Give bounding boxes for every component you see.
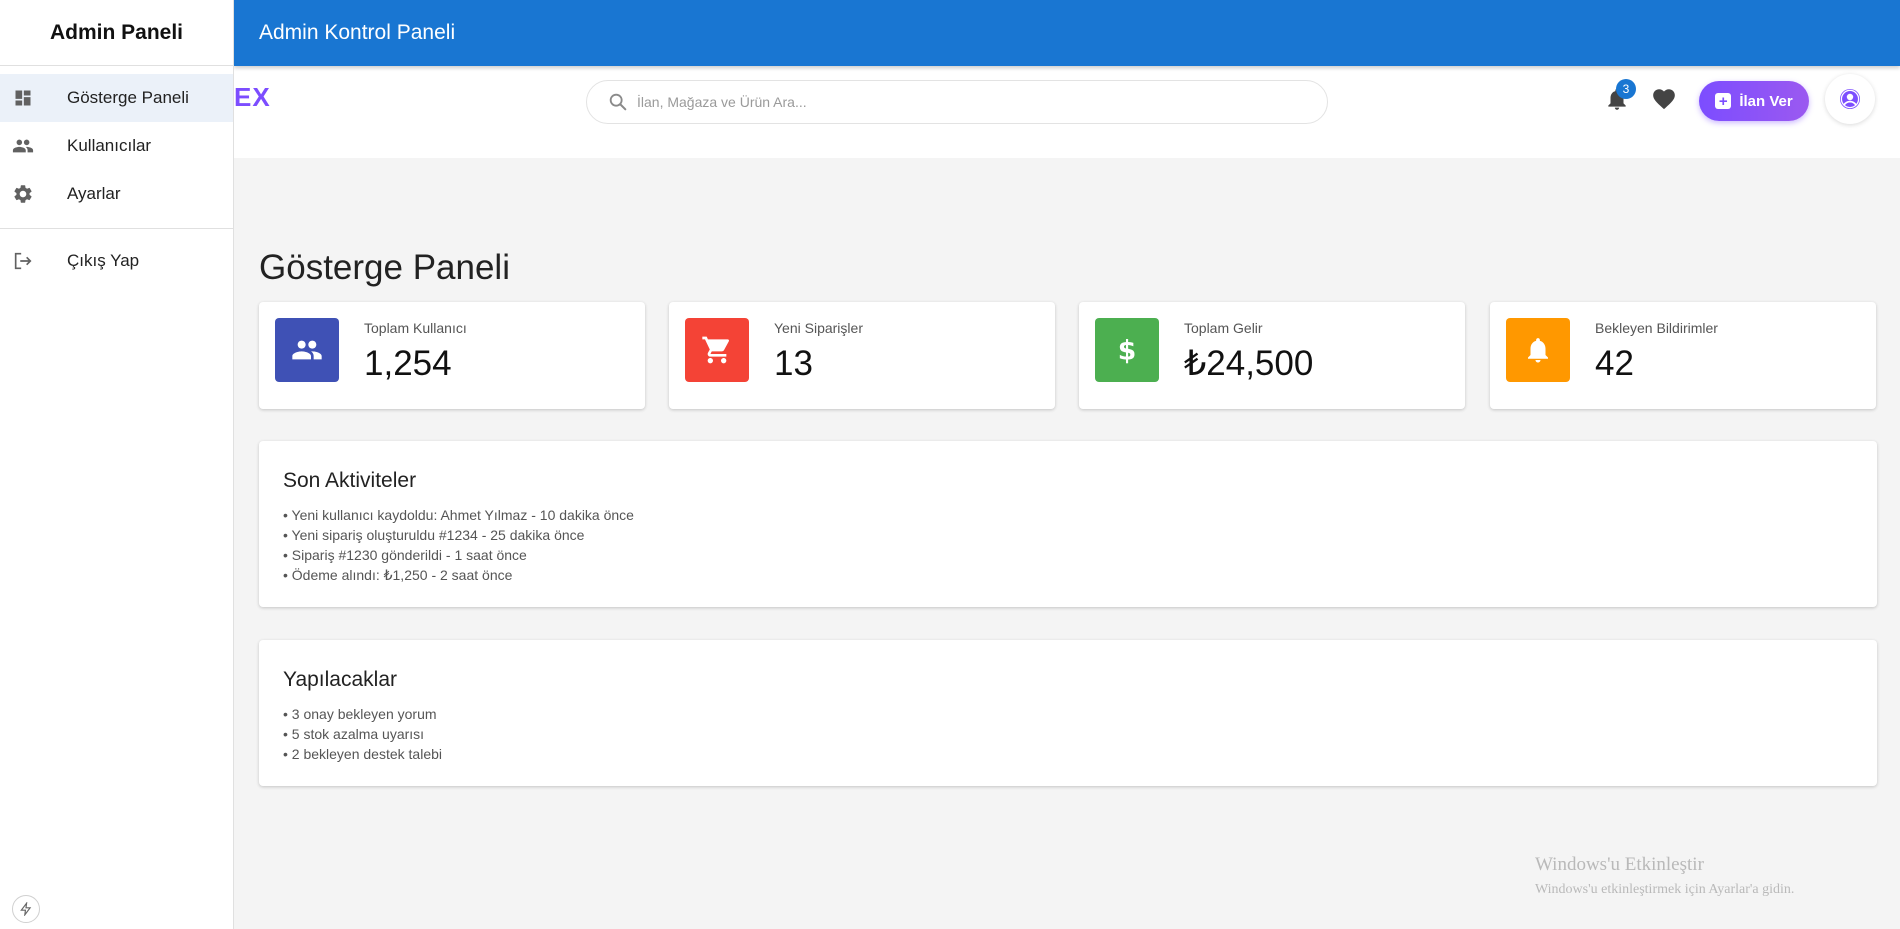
- logout-button[interactable]: Çıkış Yap: [0, 237, 233, 285]
- sidebar-item-dashboard[interactable]: Gösterge Paneli: [0, 74, 233, 122]
- list-item: • Yeni sipariş oluşturuldu #1234 - 25 da…: [283, 527, 585, 543]
- stat-card-users: Toplam Kullanıcı 1,254: [259, 302, 645, 409]
- search-icon: [607, 91, 629, 113]
- card-title: Yapılacaklar: [283, 668, 398, 691]
- list-item: • Yeni kullanıcı kaydoldu: Ahmet Yılmaz …: [283, 507, 634, 523]
- sidebar-item-users[interactable]: Kullanıcılar: [0, 122, 233, 170]
- todos-card: Yapılacaklar • 3 onay bekleyen yorum • 5…: [259, 640, 1877, 786]
- people-icon: [12, 135, 34, 157]
- avatar-button[interactable]: [1825, 74, 1875, 124]
- gear-icon: [12, 183, 34, 205]
- sidebar-item-label: Gösterge Paneli: [67, 88, 189, 107]
- account-icon: [1840, 89, 1860, 109]
- sidebar-divider: [0, 228, 233, 229]
- notification-badge: 3: [1616, 79, 1636, 99]
- stat-value: 13: [774, 344, 813, 383]
- dollar-icon: $: [1095, 318, 1159, 382]
- stat-value: ₺24,500: [1184, 344, 1314, 383]
- stat-label: Toplam Kullanıcı: [364, 320, 467, 336]
- sidebar-title: Admin Paneli: [0, 0, 233, 66]
- watermark-subtitle: Windows'u etkinleştirmek için Ayarlar'a …: [1535, 882, 1795, 897]
- svg-text:$: $: [1118, 335, 1137, 366]
- windows-activation-watermark: Windows'u Etkinleştir Windows'u etkinleş…: [1535, 854, 1794, 898]
- stat-label: Toplam Gelir: [1184, 320, 1263, 336]
- list-item: • Ödeme alındı: ₺1,250 - 2 saat önce: [283, 567, 513, 583]
- page-title: Gösterge Paneli: [259, 248, 510, 287]
- stat-card-notifications: Bekleyen Bildirimler 42: [1490, 302, 1876, 409]
- heart-icon: [1653, 89, 1675, 110]
- site-header: EX 3 + İlan Ver: [234, 66, 1900, 158]
- app-bar: Admin Kontrol Paneli: [234, 0, 1900, 66]
- favorites-button[interactable]: [1651, 86, 1679, 114]
- stat-label: Bekleyen Bildirimler: [1595, 320, 1718, 336]
- stat-value: 1,254: [364, 344, 452, 383]
- stat-value: 42: [1595, 344, 1634, 383]
- logo[interactable]: EX: [234, 82, 271, 113]
- sidebar-item-label: Ayarlar: [67, 184, 121, 203]
- stat-card-revenue: $ Toplam Gelir ₺24,500: [1079, 302, 1465, 409]
- card-title: Son Aktiviteler: [283, 469, 417, 492]
- people-icon: [275, 318, 339, 382]
- bell-icon: [1506, 318, 1570, 382]
- sidebar-nav: Gösterge Paneli Kullanıcılar Ayarlar Çık…: [0, 66, 233, 285]
- stats-row: Toplam Kullanıcı 1,254 Yeni Siparişler 1…: [259, 302, 1877, 409]
- logout-icon: [12, 250, 34, 272]
- post-ad-button[interactable]: + İlan Ver: [1699, 81, 1809, 121]
- recent-activities-card: Son Aktiviteler • Yeni kullanıcı kaydold…: [259, 441, 1877, 607]
- sidebar-item-settings[interactable]: Ayarlar: [0, 170, 233, 218]
- post-ad-label: İlan Ver: [1739, 92, 1793, 110]
- watermark-title: Windows'u Etkinleştir: [1535, 854, 1704, 875]
- sidebar: Admin Paneli Gösterge Paneli Kullanıcıla…: [0, 0, 234, 929]
- app-bar-title: Admin Kontrol Paneli: [259, 21, 456, 44]
- stat-card-orders: Yeni Siparişler 13: [669, 302, 1055, 409]
- dashboard-icon: [12, 87, 34, 109]
- sidebar-item-label: Kullanıcılar: [67, 136, 152, 155]
- list-item: • Sipariş #1230 gönderildi - 1 saat önce: [283, 547, 527, 563]
- plus-icon: +: [1715, 93, 1732, 109]
- list-item: • 3 onay bekleyen yorum: [283, 706, 437, 722]
- search-input[interactable]: [637, 94, 1287, 110]
- bolt-icon[interactable]: [12, 895, 40, 923]
- logout-label: Çıkış Yap: [67, 251, 140, 270]
- cart-icon: [685, 318, 749, 382]
- list-item: • 5 stok azalma uyarısı: [283, 726, 425, 742]
- stat-label: Yeni Siparişler: [774, 320, 863, 336]
- list-item: • 2 bekleyen destek talebi: [283, 746, 443, 762]
- search-bar[interactable]: [586, 80, 1328, 124]
